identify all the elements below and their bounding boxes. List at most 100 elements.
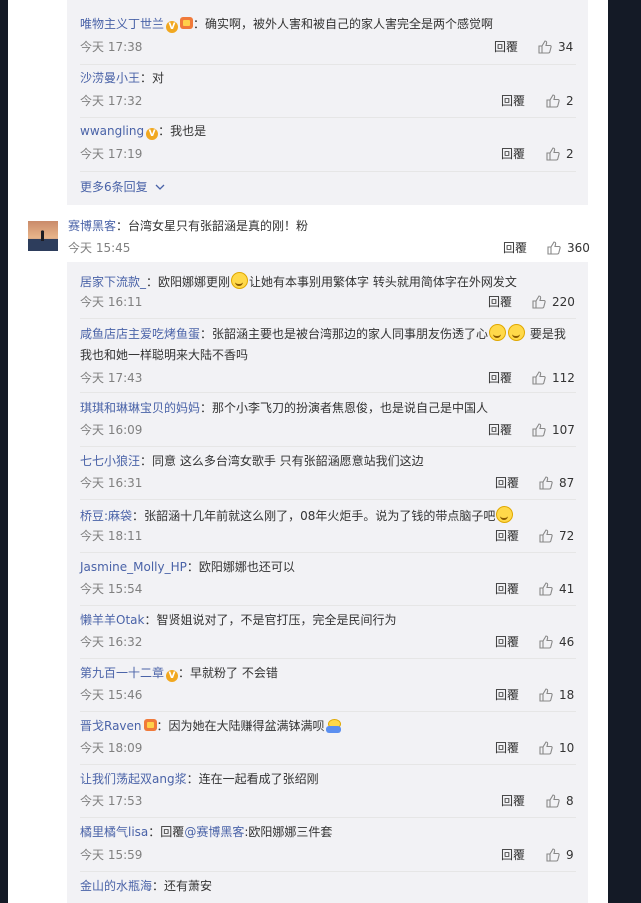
username-link[interactable]: 琪琪和琳琳宝贝的妈妈 [80,401,200,415]
reply-button[interactable]: 回覆 [488,294,512,310]
username-link[interactable]: wwangling [80,124,144,138]
reply-button[interactable]: 回覆 [495,475,519,491]
reply-button[interactable]: 回覆 [495,687,519,703]
comment-text: 智贤姐说对了，不是官打压，完全是民间行为 [156,613,397,627]
list-item: 晋戈Raven ：因为她在大陆赚得盆满钵满呗 今天 18:09 回覆 10 [80,719,575,756]
avatar-image [28,221,58,251]
like-button[interactable]: 18 [539,687,574,703]
like-count: 72 [559,529,575,543]
reply-button[interactable]: 回覆 [495,581,519,597]
vip-badge-icon: V [146,128,159,140]
timestamp: 今天 16:09 [80,423,143,437]
vip-badge-icon: V [166,670,179,682]
reply-button[interactable]: 回覆 [501,146,525,162]
list-item: wwangling V ：我也是 今天 17:19 回覆 2 [80,124,574,162]
reply-button[interactable]: 回覆 [494,39,518,55]
comment-text: 我也和她一样聪明来大陆不香吗 [80,348,249,362]
like-count: 41 [559,582,575,596]
like-count: 18 [559,688,575,702]
username-link[interactable]: 金山的水瓶海 [80,879,152,893]
like-count: 2 [566,147,574,161]
like-button[interactable]: 2 [546,146,574,162]
username-link[interactable]: 居家下流款_ [80,275,146,289]
emoji-icon [489,324,507,341]
avatar[interactable] [28,221,58,251]
reply-button[interactable]: 回覆 [495,634,519,650]
like-button[interactable]: 220 [532,294,575,310]
timestamp: 今天 17:38 [80,40,143,54]
like-button[interactable]: 9 [546,847,574,863]
thumbs-up-icon [532,371,546,385]
like-button[interactable]: 34 [538,39,573,55]
like-button[interactable]: 87 [539,475,574,491]
mention-link[interactable]: @赛博黑客 [184,825,244,839]
timestamp: 今天 17:32 [80,94,143,108]
like-button[interactable]: 72 [539,528,574,544]
reply-button[interactable]: 回覆 [501,93,525,109]
username-link[interactable]: 咸鱼店店主爱吃烤鱼蛋 [80,327,200,341]
reply-button[interactable]: 回覆 [503,240,527,256]
like-button[interactable]: 112 [532,370,575,386]
like-button[interactable]: 107 [532,422,575,438]
username-link[interactable]: Jasmine_Molly_HP [80,560,187,574]
divider [80,711,576,712]
like-count: 46 [559,635,575,649]
like-count: 107 [552,423,575,437]
username-link[interactable]: 沙涝曼小王 [80,71,140,85]
reply-button[interactable]: 回覆 [488,370,512,386]
reply-button[interactable]: 回覆 [501,793,525,809]
timestamp: 今天 16:31 [80,476,143,490]
thumbs-up-icon [539,529,553,543]
like-button[interactable]: 2 [546,93,574,109]
timestamp: 今天 18:09 [80,741,143,755]
divider [80,117,576,118]
timestamp: 今天 15:46 [80,688,143,702]
comment-text: 对 [152,71,165,85]
list-item: 咸鱼店店主爱吃烤鱼蛋：张韶涵主要也是被台湾那边的家人同事朋友伤透了心 要是我 我… [80,324,576,390]
comment-text: 欧阳娜娜也还可以 [198,560,295,574]
username-link[interactable]: 让我们荡起双ang浆 [80,772,187,786]
like-button[interactable]: 10 [539,740,574,756]
username-link[interactable]: 橘里橘气lisa [80,825,148,839]
divider [80,499,576,500]
list-item: 七七小狼汪：同意 这么多台湾女歌手 只有张韶涵愿意站我们这边 今天 16:31 … [80,454,575,491]
reply-button[interactable]: 回覆 [501,847,525,863]
comment-text: 连在一起看成了张绍刚 [198,772,319,786]
comment-text: 让她有本事别用繁体字 转头就用简体字在外网发文 [249,275,517,289]
timestamp: 今天 16:32 [80,635,143,649]
like-button[interactable]: 41 [539,581,574,597]
reply-button[interactable]: 回覆 [488,422,512,438]
timestamp: 今天 15:45 [68,241,131,255]
username-link[interactable]: 第九百一十二章 [80,666,164,680]
like-button[interactable]: 8 [546,793,574,809]
thumbs-up-icon [532,423,546,437]
list-item: 居家下流款_：欧阳娜娜更刚 让她有本事别用繁体字 转头就用简体字在外网发文 今天 … [80,272,576,316]
left-background [0,0,8,903]
like-count: 112 [552,371,575,385]
comment-text: 欧阳娜娜更刚 [158,275,231,289]
comment-text: 那个小李飞刀的扮演者焦恩俊，也是说自己是中国人 [212,401,489,415]
thumbs-up-icon [539,741,553,755]
username-link[interactable]: 唯物主义丁世兰 [80,17,164,31]
username-link[interactable]: 桥豆:麻袋 [80,509,132,523]
username-link[interactable]: 赛博黑客 [68,219,116,233]
username-link[interactable]: 晋戈Raven [80,719,142,733]
like-button[interactable]: 360 [547,240,590,256]
like-count: 8 [566,794,574,808]
list-item: 沙涝曼小王：对 今天 17:32 回覆 2 [80,71,574,109]
username-link[interactable]: 懒羊羊Otak [80,613,144,627]
divider [80,64,576,65]
reply-button[interactable]: 回覆 [495,528,519,544]
list-item: 懒羊羊Otak：智贤姐说对了，不是官打压，完全是民间行为 今天 16:32 回覆… [80,613,575,650]
thumbs-up-icon [539,688,553,702]
username-link[interactable]: 七七小狼汪 [80,454,140,468]
emoji-icon [496,506,514,523]
divider [80,764,576,765]
list-item: 唯物主义丁世兰 V ：确实啊，被外人害和被自己的家人害完全是两个感觉啊 今天 17:… [80,17,574,55]
list-item: 金山的水瓶海：还有萧安 [80,879,213,893]
like-button[interactable]: 46 [539,634,574,650]
more-replies-link[interactable]: 更多6条回复 [80,179,165,195]
like-count: 9 [566,848,574,862]
thumbs-up-icon [547,241,561,255]
reply-button[interactable]: 回覆 [495,740,519,756]
